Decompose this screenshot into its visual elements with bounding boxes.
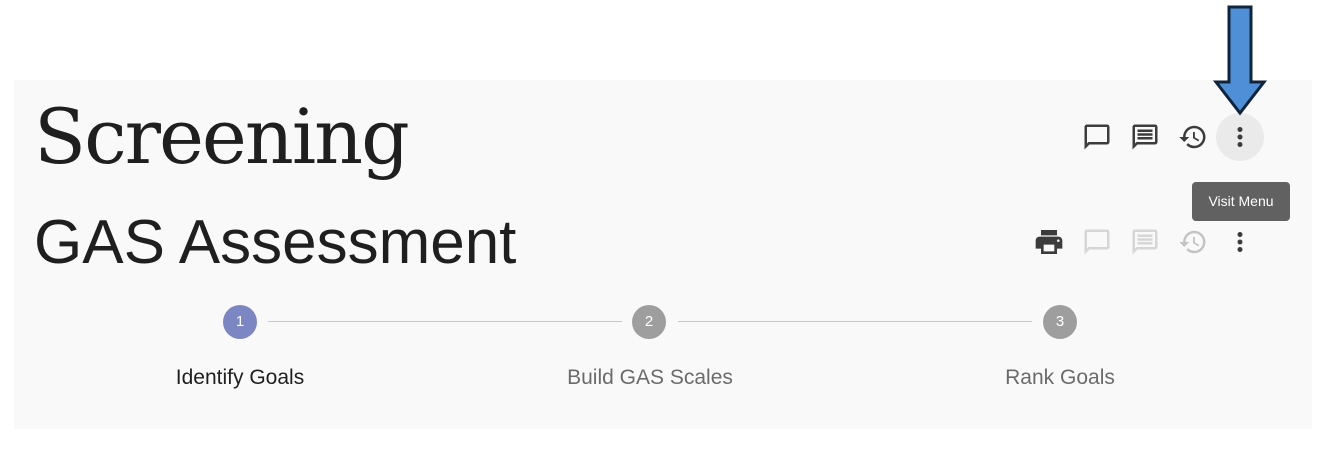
comment-icon <box>1084 229 1110 255</box>
history-icon <box>1179 125 1206 149</box>
step-1-indicator[interactable]: 1 <box>223 305 257 339</box>
page-title: Screening <box>34 92 410 181</box>
more-vert-icon <box>1237 232 1243 252</box>
comment-button-disabled <box>1077 222 1117 262</box>
print-button[interactable] <box>1029 222 1069 262</box>
comment-icon <box>1084 124 1110 150</box>
step-2-indicator[interactable]: 2 <box>632 305 666 339</box>
notes-icon <box>1132 229 1158 255</box>
history-button-disabled <box>1173 222 1213 262</box>
step-2-label[interactable]: Build GAS Scales <box>500 364 800 392</box>
notes-button-disabled <box>1125 222 1165 262</box>
stepper-connector <box>678 321 1032 322</box>
visit-menu-tooltip: Visit Menu <box>1192 182 1290 221</box>
step-1-label[interactable]: Identify Goals <box>90 364 390 392</box>
annotation-arrow-icon <box>1212 5 1268 116</box>
stepper-connector <box>268 321 622 322</box>
step-3-label[interactable]: Rank Goals <box>910 364 1210 392</box>
assessment-title: GAS Assessment <box>34 208 517 277</box>
comment-button[interactable] <box>1077 117 1117 157</box>
history-icon <box>1179 230 1206 254</box>
print-icon <box>1035 230 1063 254</box>
notes-button[interactable] <box>1125 117 1165 157</box>
step-3-indicator[interactable]: 3 <box>1043 305 1077 339</box>
history-button[interactable] <box>1173 117 1213 157</box>
more-vert-icon <box>1237 127 1243 147</box>
notes-icon <box>1132 124 1158 150</box>
assessment-menu-button[interactable] <box>1220 222 1260 262</box>
visit-menu-button[interactable] <box>1216 113 1264 161</box>
